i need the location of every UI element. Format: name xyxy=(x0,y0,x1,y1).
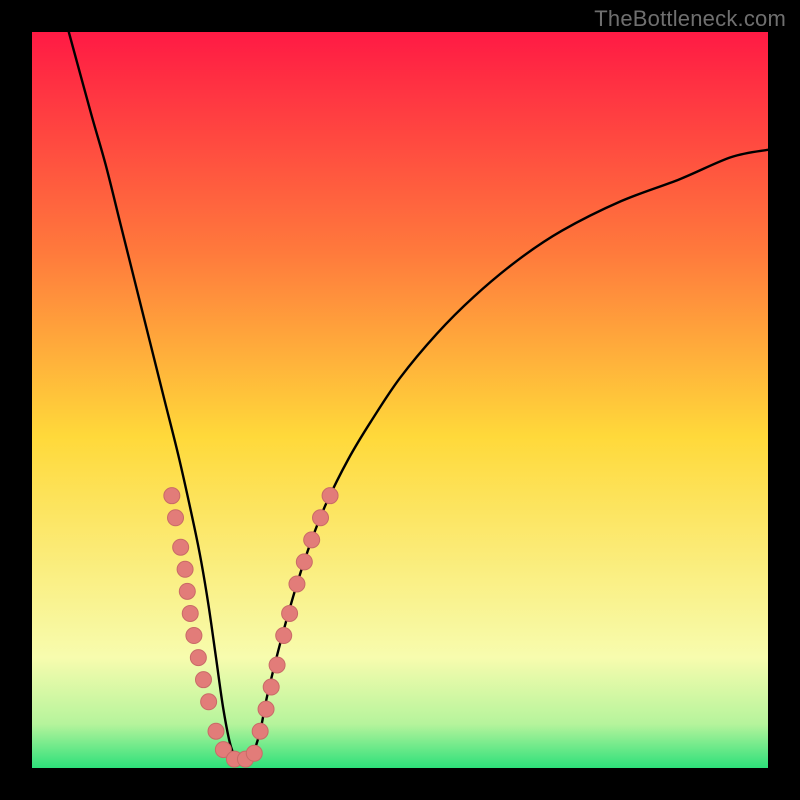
data-point-marker xyxy=(208,723,224,739)
data-point-marker xyxy=(164,488,180,504)
data-point-marker xyxy=(252,723,268,739)
data-point-marker xyxy=(168,510,184,526)
data-point-marker xyxy=(269,657,285,673)
data-point-marker xyxy=(190,650,206,666)
data-point-marker xyxy=(289,576,305,592)
data-point-marker xyxy=(276,628,292,644)
data-point-marker xyxy=(179,583,195,599)
watermark-text: TheBottleneck.com xyxy=(594,6,786,32)
chart-frame: TheBottleneck.com xyxy=(0,0,800,800)
data-point-marker xyxy=(201,694,217,710)
chart-svg xyxy=(32,32,768,768)
data-point-marker xyxy=(313,510,329,526)
data-point-marker xyxy=(173,539,189,555)
gradient-background xyxy=(32,32,768,768)
data-point-marker xyxy=(304,532,320,548)
data-point-marker xyxy=(282,605,298,621)
data-point-marker xyxy=(186,628,202,644)
data-point-marker xyxy=(258,701,274,717)
data-point-marker xyxy=(246,745,262,761)
data-point-marker xyxy=(322,488,338,504)
data-point-marker xyxy=(177,561,193,577)
data-point-marker xyxy=(296,554,312,570)
data-point-marker xyxy=(182,605,198,621)
data-point-marker xyxy=(263,679,279,695)
data-point-marker xyxy=(195,672,211,688)
plot-area xyxy=(32,32,768,768)
